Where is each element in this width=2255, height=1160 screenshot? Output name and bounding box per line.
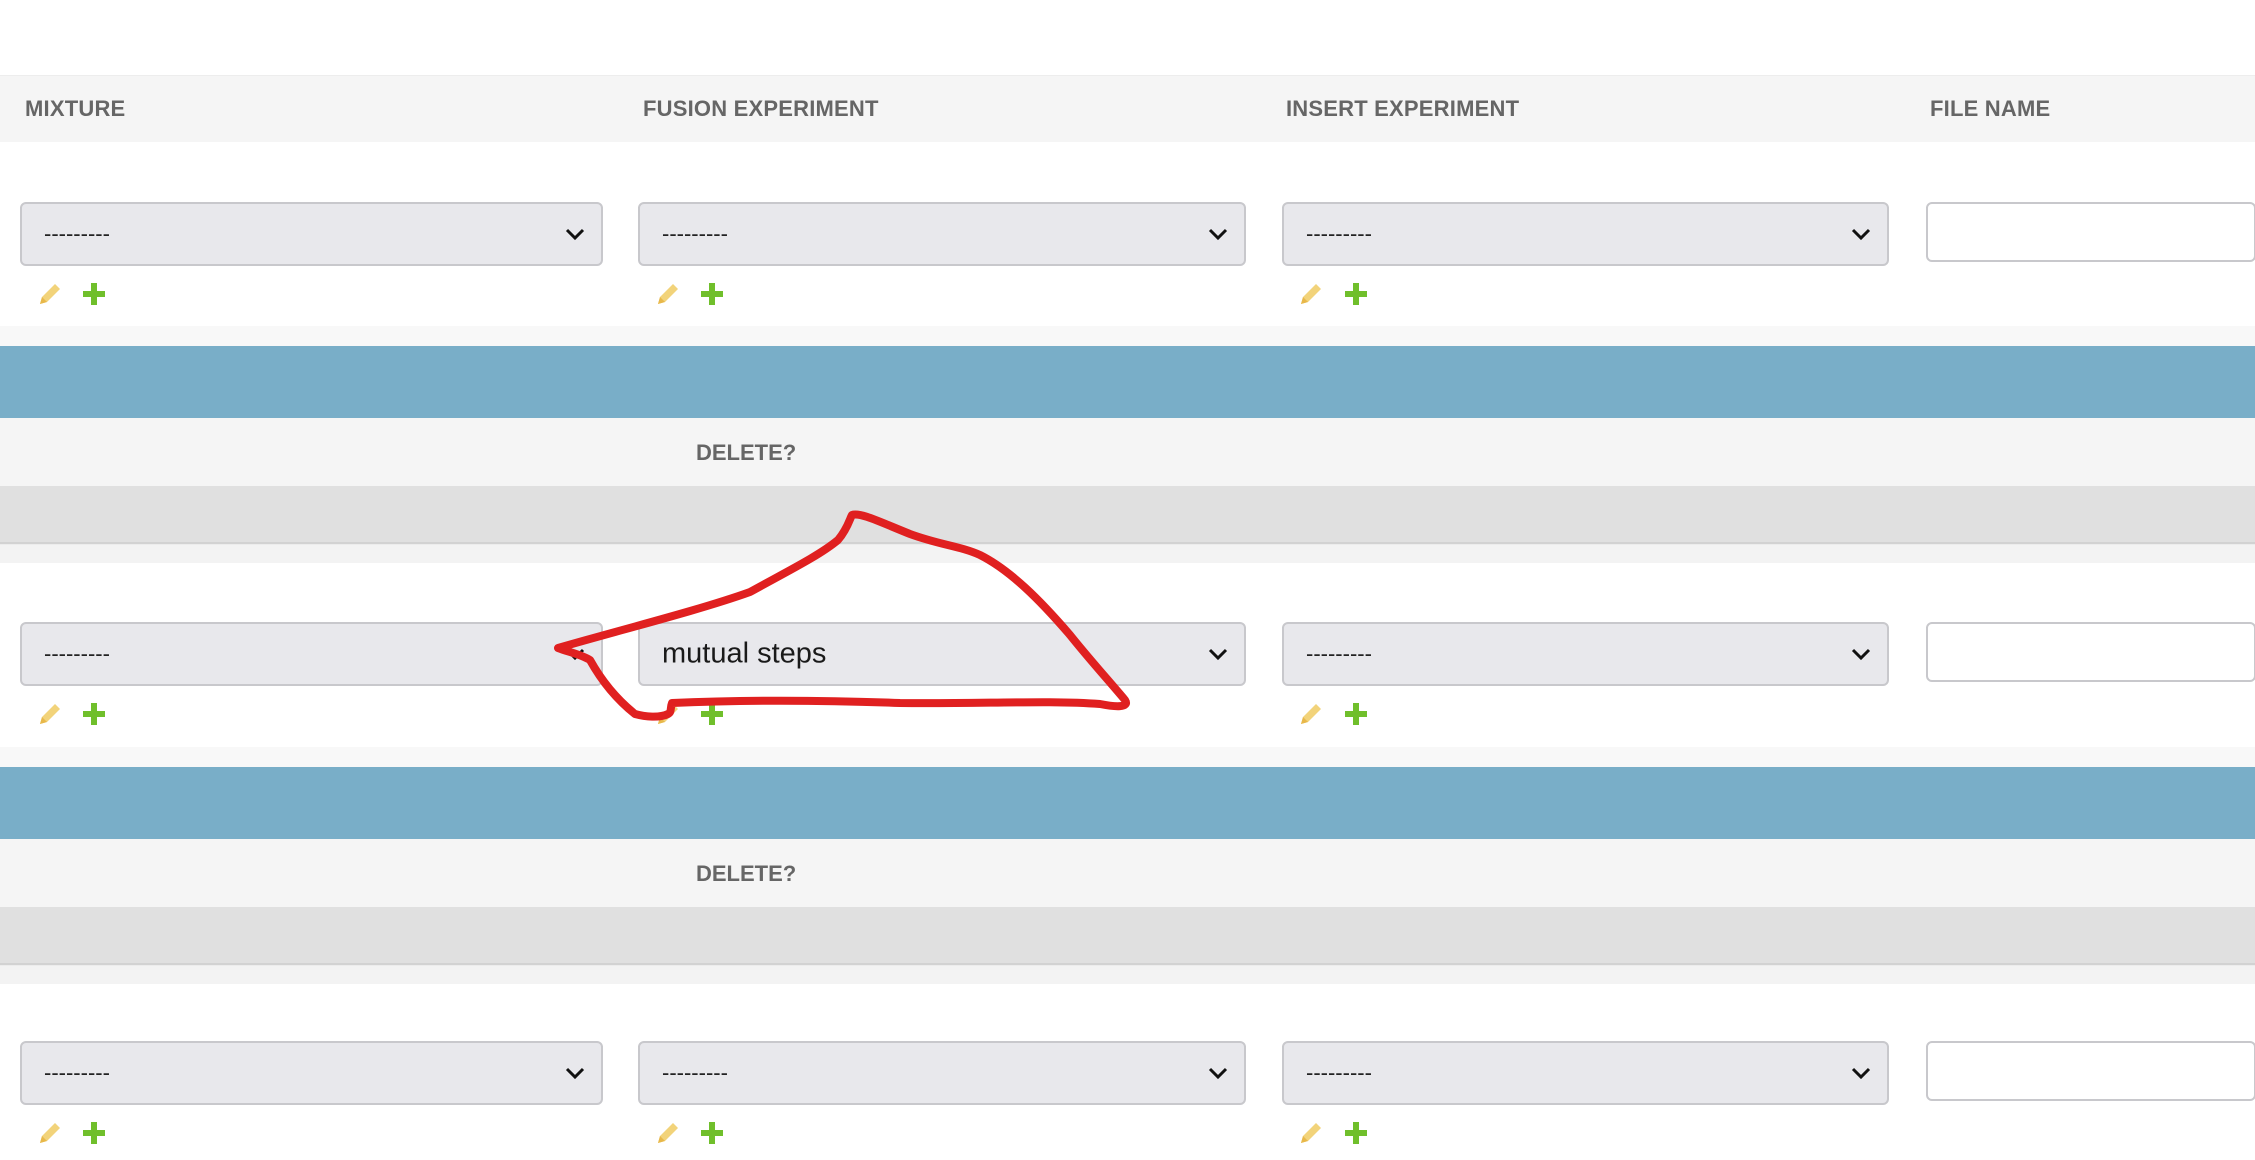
file-name-input[interactable] xyxy=(1926,622,2255,682)
row-divider xyxy=(0,544,2255,564)
header-fusion-experiment: FUSION EXPERIMENT xyxy=(643,96,879,121)
mixture-select-value: --------- xyxy=(44,221,110,246)
insert-experiment-select-value: --------- xyxy=(1306,221,1372,246)
pencil-icon[interactable] xyxy=(1297,1119,1325,1147)
row-divider xyxy=(0,965,2255,985)
mixture-select[interactable]: --------- xyxy=(20,1041,603,1105)
chevron-down-icon xyxy=(1851,228,1871,241)
insert-experiment-select[interactable]: --------- xyxy=(1282,202,1889,266)
plus-icon[interactable] xyxy=(1342,1119,1370,1147)
pencil-icon[interactable] xyxy=(36,280,64,308)
pencil-icon[interactable] xyxy=(36,700,64,728)
fusion-experiment-select-value: --------- xyxy=(662,221,728,246)
plus-icon[interactable] xyxy=(80,1119,108,1147)
row-divider xyxy=(0,326,2255,346)
fusion-experiment-select-value: --------- xyxy=(662,1060,728,1085)
plus-icon[interactable] xyxy=(1342,700,1370,728)
mixture-select[interactable]: --------- xyxy=(20,202,603,266)
insert-experiment-select[interactable]: --------- xyxy=(1282,1041,1889,1105)
chevron-down-icon xyxy=(565,228,585,241)
chevron-down-icon xyxy=(1851,1067,1871,1080)
plus-icon[interactable] xyxy=(698,280,726,308)
mixture-select-value: --------- xyxy=(44,641,110,666)
delete-header-row xyxy=(0,839,2255,907)
delete-header-row xyxy=(0,418,2255,486)
plus-icon[interactable] xyxy=(698,1119,726,1147)
delete-label: DELETE? xyxy=(696,861,797,886)
chevron-down-icon xyxy=(1208,1067,1228,1080)
insert-experiment-select-value: --------- xyxy=(1306,1060,1372,1085)
file-name-input[interactable] xyxy=(1926,202,2255,262)
inline-group-header-bar xyxy=(0,767,2255,839)
insert-experiment-select[interactable]: --------- xyxy=(1282,622,1889,686)
delete-checkbox-row xyxy=(0,907,2255,965)
pencil-icon[interactable] xyxy=(1297,280,1325,308)
plus-icon[interactable] xyxy=(80,700,108,728)
header-file-name: FILE NAME xyxy=(1930,96,2051,121)
column-header-row xyxy=(0,75,2255,143)
fusion-experiment-select[interactable]: mutual steps xyxy=(638,622,1246,686)
insert-experiment-select-value: --------- xyxy=(1306,641,1372,666)
delete-checkbox-row xyxy=(0,486,2255,544)
pencil-icon[interactable] xyxy=(654,700,682,728)
header-insert-experiment: INSERT EXPERIMENT xyxy=(1286,96,1520,121)
header-mixture: MIXTURE xyxy=(25,96,126,121)
fusion-experiment-select[interactable]: --------- xyxy=(638,202,1246,266)
chevron-down-icon xyxy=(1208,648,1228,661)
mixture-select[interactable]: --------- xyxy=(20,622,603,686)
fusion-experiment-select-value: mutual steps xyxy=(662,637,827,670)
chevron-down-icon xyxy=(565,1067,585,1080)
plus-icon[interactable] xyxy=(698,700,726,728)
chevron-down-icon xyxy=(1851,648,1871,661)
pencil-icon[interactable] xyxy=(654,280,682,308)
mixture-select-value: --------- xyxy=(44,1060,110,1085)
pencil-icon[interactable] xyxy=(654,1119,682,1147)
fusion-experiment-select[interactable]: --------- xyxy=(638,1041,1246,1105)
delete-label: DELETE? xyxy=(696,440,797,465)
plus-icon[interactable] xyxy=(1342,280,1370,308)
chevron-down-icon xyxy=(1208,228,1228,241)
inline-group-header-bar xyxy=(0,346,2255,418)
pencil-icon[interactable] xyxy=(1297,700,1325,728)
row-divider xyxy=(0,747,2255,767)
chevron-down-icon xyxy=(565,648,585,661)
file-name-input[interactable] xyxy=(1926,1041,2255,1101)
pencil-icon[interactable] xyxy=(36,1119,64,1147)
plus-icon[interactable] xyxy=(80,280,108,308)
